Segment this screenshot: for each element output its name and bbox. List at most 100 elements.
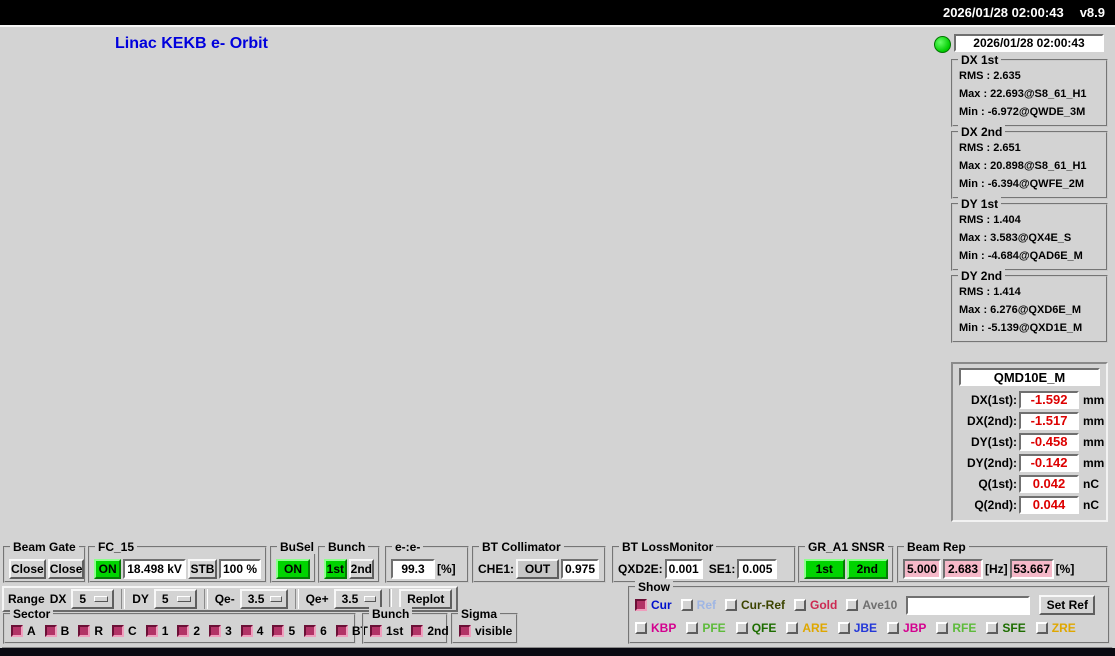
checkbox-jbp[interactable]: [887, 622, 900, 634]
separator: [294, 589, 299, 609]
stats-group-dx-1st: DX 1st RMS : 2.635 Max : 22.693@S8_61_H1 Mi…: [951, 53, 1108, 127]
checkbox-1[interactable]: [145, 625, 158, 637]
range-dx-dropdown[interactable]: 5: [71, 589, 115, 609]
checkbox-c[interactable]: [112, 625, 125, 637]
range-dx-value: 5: [79, 592, 87, 606]
checkbox-label-gold: Gold: [810, 598, 838, 612]
checkbox-1st[interactable]: [370, 625, 382, 637]
ref-name-input[interactable]: [906, 595, 1031, 615]
fc15-on-button[interactable]: ON: [94, 558, 122, 579]
plot-dx: [40, 61, 900, 151]
group-label: Sector: [10, 607, 54, 621]
range-qe-plus-value: 3.5: [341, 592, 359, 606]
checkbox-ave10[interactable]: [846, 599, 859, 611]
stats-rms: RMS : 1.414: [959, 286, 1021, 298]
checkbox-cur[interactable]: [635, 599, 647, 611]
checkbox-qfe[interactable]: [735, 622, 748, 634]
range-qep-label: Qe+: [305, 592, 329, 606]
dropdown-indicator: [270, 596, 282, 602]
group-beam-rep: Beam Rep 5.000 2.683 [Hz] 53.667 [%]: [897, 540, 1108, 583]
checkbox-are[interactable]: [786, 622, 799, 634]
checkbox-cur-ref[interactable]: [725, 599, 738, 611]
checkbox-item-jbe: JBE: [837, 621, 877, 635]
checkbox-label-ref: Ref: [696, 598, 717, 612]
checkbox-5[interactable]: [272, 625, 285, 637]
checkbox-label-qfe: QFE: [751, 621, 777, 635]
checkbox-gold[interactable]: [794, 599, 807, 611]
checkbox-label-a: A: [27, 624, 36, 638]
checkbox-label-rfe: RFE: [952, 621, 977, 635]
app-window: 2026/01/28 02:00:43 v8.9 Linac KEKB e- O…: [0, 0, 1115, 656]
qmd-row-dx-1st-: DX(1st): -1.592 mm: [953, 389, 1106, 410]
qmd-row-unit: nC: [1083, 476, 1099, 491]
gr-a1-1st-button[interactable]: 1st: [804, 558, 845, 579]
checkbox-item-rfe: RFE: [936, 621, 976, 635]
busel-on-button[interactable]: ON: [276, 558, 310, 579]
status-indicator-green: [934, 36, 951, 53]
group-bt-collimator: BT Collimator CHE1: OUT 0.975: [472, 540, 606, 583]
checkbox-label-sfe: SFE: [1002, 621, 1026, 635]
replot-button[interactable]: Replot: [399, 589, 453, 609]
checkbox-3[interactable]: [209, 625, 222, 637]
fc15-kv-field[interactable]: 18.498 kV: [123, 558, 186, 579]
range-dy-value: 5: [161, 592, 169, 606]
checkbox-label-kbp: KBP: [651, 621, 677, 635]
checkbox-item-b: B: [44, 624, 69, 638]
checkbox-ref[interactable]: [680, 599, 693, 611]
checkbox-pfe[interactable]: [686, 622, 699, 634]
checkbox-zre[interactable]: [1035, 622, 1048, 634]
group-bunch-select: Bunch 1st 2nd: [362, 607, 449, 644]
fc15-stb-button[interactable]: STB: [187, 558, 217, 579]
stats-min: Min : -4.684@QAD6E_M: [959, 250, 1083, 262]
checkbox-rfe[interactable]: [936, 622, 949, 634]
fc15-percent-field[interactable]: 100 %: [219, 558, 261, 579]
checkbox-a[interactable]: [11, 625, 23, 637]
range-dy-dropdown[interactable]: 5: [153, 589, 197, 609]
checkbox-label-pfe: PFE: [702, 621, 726, 635]
checkbox-2nd[interactable]: [411, 625, 424, 637]
checkbox-item-1: 1: [145, 624, 169, 638]
qmd-row-label: DX(1st):: [970, 392, 1017, 407]
set-ref-button[interactable]: Set Ref: [1039, 595, 1096, 615]
gr-a1-2nd-button[interactable]: 2nd: [846, 558, 888, 579]
beam-gate-close-2-button[interactable]: Close: [47, 558, 85, 579]
qmd-row-dx-2nd-: DX(2nd): -1.517 mm: [953, 410, 1106, 431]
range-qe-plus-dropdown[interactable]: 3.5: [333, 589, 382, 609]
checkbox-sfe[interactable]: [986, 622, 999, 634]
checkbox-kbp[interactable]: [635, 622, 647, 634]
range-qe-minus-dropdown[interactable]: 3.5: [239, 589, 288, 609]
qmd-row-dy-2nd-: DY(2nd): -0.142 mm: [953, 452, 1106, 473]
stats-panel: DX 1st RMS : 2.635 Max : 22.693@S8_61_H1 Mi…: [951, 53, 1108, 347]
checkbox-6[interactable]: [304, 625, 317, 637]
checkbox-label-1: 1: [161, 624, 169, 638]
separator: [388, 589, 393, 609]
titlebar-datetime: 2026/01/28 02:00:43: [942, 5, 1064, 20]
checkbox-label-visible: visible: [475, 624, 513, 638]
dropdown-indicator: [364, 596, 376, 602]
qmd-row-label: DY(2nd):: [967, 455, 1017, 470]
stats-rms: RMS : 2.635: [959, 70, 1021, 82]
checkbox-visible[interactable]: [459, 625, 471, 637]
beam-gate-close-1-button[interactable]: Close: [9, 558, 46, 579]
checkbox-r[interactable]: [78, 625, 91, 637]
group-bunch-gate: Bunch 1st 2nd: [318, 540, 380, 583]
beam-rep-hz-unit: [Hz]: [985, 561, 1008, 576]
checkbox-bt[interactable]: [335, 625, 348, 637]
checkbox-jbe[interactable]: [837, 622, 850, 634]
range-dx-label: DX: [49, 592, 67, 606]
checkbox-2[interactable]: [177, 625, 190, 637]
checkbox-4[interactable]: [240, 625, 253, 637]
group-sector: Sector A B R C 1 2 3 4 5 6 BT: [3, 607, 368, 644]
qmd-panel: QMD10E_M DX(1st): -1.592 mm DX(2nd): -1.517 m…: [951, 362, 1108, 522]
group-busel: BuSel ON: [270, 540, 318, 583]
bunch-2nd-button[interactable]: 2nd: [348, 558, 374, 579]
qmd-row-label: DX(2nd):: [967, 413, 1017, 428]
bunch-1st-button[interactable]: 1st: [324, 558, 347, 579]
checkbox-item-cur-ref: Cur-Ref: [725, 598, 785, 612]
checkbox-item-1st: 1st: [370, 624, 403, 638]
title-bar: 2026/01/28 02:00:43 v8.9: [0, 0, 1115, 25]
beam-rep-value-1: 5.000: [903, 558, 941, 579]
che1-out-button[interactable]: OUT: [516, 558, 560, 579]
checkbox-b[interactable]: [44, 625, 57, 637]
checkbox-item-qfe: QFE: [735, 621, 777, 635]
